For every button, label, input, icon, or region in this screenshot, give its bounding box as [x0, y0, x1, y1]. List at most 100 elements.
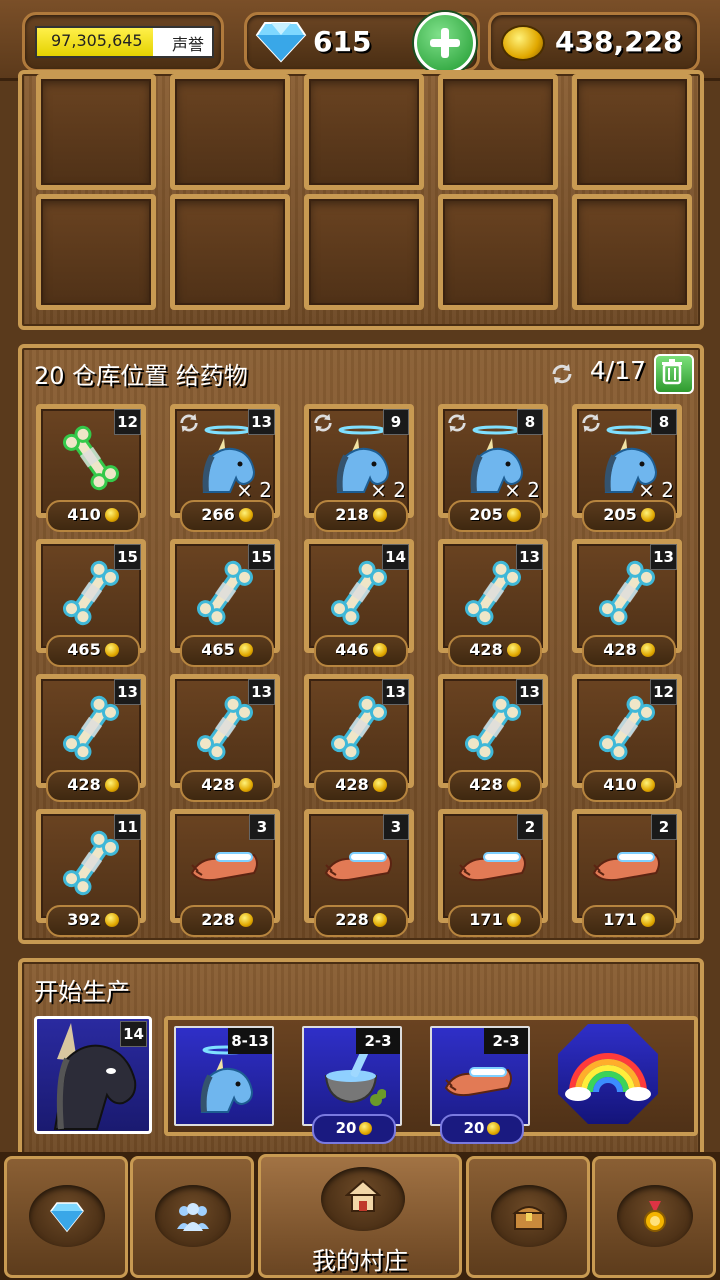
nav-friends-button[interactable] [130, 1156, 254, 1278]
shelf-item-bone[interactable]: 15 465 [170, 539, 280, 667]
shelf-item-unicorn[interactable]: 8 × 2 205 [572, 404, 682, 532]
item-price: 228 [314, 905, 408, 937]
reputation-label: 声誉 [171, 35, 204, 54]
unicorn-level: 14 [120, 1021, 147, 1047]
nav-gems-button[interactable] [4, 1156, 128, 1278]
item-price-value: 410 [603, 775, 637, 794]
shelf-item-unicorn[interactable]: 9 × 2 218 [304, 404, 414, 532]
unicorn-card[interactable]: 14 [34, 1016, 152, 1134]
coin-icon [372, 913, 387, 927]
item-price-value: 228 [201, 910, 235, 929]
coin-display[interactable]: 438,228 [488, 12, 700, 72]
item-price: 428 [448, 635, 542, 667]
empty-slot[interactable] [438, 74, 558, 190]
item-price-value: 171 [603, 910, 637, 929]
recipe-slot-unicorn[interactable]: 8-13 [174, 1026, 274, 1126]
item-price-value: 171 [469, 910, 503, 929]
item-price-value: 205 [603, 505, 637, 524]
recipe-price: 20 [312, 1114, 396, 1144]
shelf-item-bone[interactable]: 11 392 [36, 809, 146, 937]
recipe-price-value: 20 [335, 1119, 357, 1137]
shelf-item-bone[interactable]: 13 428 [438, 539, 548, 667]
item-price-value: 465 [201, 640, 235, 659]
empty-slot[interactable] [36, 74, 156, 190]
reputation-value: 97,305,645 [51, 31, 143, 50]
add-gems-button[interactable] [414, 12, 476, 74]
item-price: 428 [180, 770, 274, 802]
item-level: 11 [114, 814, 141, 840]
shelf-item-bone-green[interactable]: 12 410 [36, 404, 146, 532]
coin-icon [640, 643, 655, 657]
nav-village-button[interactable]: 我的村庄 [258, 1154, 462, 1278]
coin-icon [501, 25, 545, 61]
home-icon [345, 1179, 381, 1212]
empty-slot[interactable] [36, 194, 156, 310]
item-level: 13 [382, 679, 409, 705]
trash-button[interactable] [654, 354, 694, 394]
shelf-item-arm[interactable]: 3 228 [170, 809, 280, 937]
item-level: 15 [114, 544, 141, 570]
recipe-slot-arm[interactable]: 2-3 20 [430, 1026, 530, 1144]
empty-slot[interactable] [170, 74, 290, 190]
item-level: 12 [650, 679, 677, 705]
recipe-range: 2-3 [356, 1028, 400, 1054]
shelf-item-bone[interactable]: 13 428 [304, 674, 414, 802]
item-price-value: 266 [201, 505, 235, 524]
shelf-item-bone[interactable]: 13 428 [170, 674, 280, 802]
coin-icon [372, 508, 387, 522]
shelf-item-arm[interactable]: 2 171 [438, 809, 548, 937]
shelf-item-unicorn[interactable]: 13 × 2 266 [170, 404, 280, 532]
shelf-item-bone[interactable]: 14 446 [304, 539, 414, 667]
shelf-item-bone[interactable]: 13 428 [36, 674, 146, 802]
item-price: 428 [46, 770, 140, 802]
refresh-icon [180, 413, 198, 433]
item-level: 3 [249, 814, 275, 840]
shelf-item-unicorn[interactable]: 8 × 2 205 [438, 404, 548, 532]
shelf-item-bone[interactable]: 13 428 [572, 539, 682, 667]
empty-slot[interactable] [170, 194, 290, 310]
coin-icon [104, 508, 119, 522]
top-bar: 97,305,645 声誉 615 438,228 [0, 0, 720, 81]
empty-slot[interactable] [304, 194, 424, 310]
item-level: 13 [248, 409, 275, 435]
empty-slot[interactable] [572, 194, 692, 310]
coin-count: 438,228 [555, 25, 683, 58]
item-price-value: 446 [335, 640, 369, 659]
item-price-value: 465 [67, 640, 101, 659]
recipe-slot-mortar[interactable]: 2-3 20 [302, 1026, 402, 1144]
item-price: 171 [448, 905, 542, 937]
nav-achievements-button[interactable] [592, 1156, 716, 1278]
item-price: 446 [314, 635, 408, 667]
empty-slot[interactable] [438, 194, 558, 310]
item-level: 2 [517, 814, 543, 840]
recipe-box: 8-13 2-3 20 2-3 20 [164, 1016, 698, 1144]
item-level: 13 [516, 679, 543, 705]
nav-chest-button[interactable] [466, 1156, 590, 1278]
shelf-item-arm[interactable]: 2 171 [572, 809, 682, 937]
empty-slot[interactable] [304, 74, 424, 190]
recipe-price: 20 [440, 1114, 524, 1144]
item-price: 410 [46, 500, 140, 532]
coin-icon [359, 1122, 373, 1135]
item-price-value: 410 [67, 505, 101, 524]
empty-slot[interactable] [572, 74, 692, 190]
item-level: 13 [516, 544, 543, 570]
coin-icon [506, 643, 521, 657]
shelf-item-bone[interactable]: 12 410 [572, 674, 682, 802]
shelf-item-bone[interactable]: 13 428 [438, 674, 548, 802]
item-price: 228 [180, 905, 274, 937]
diamond-icon [255, 22, 307, 63]
trash-icon [662, 359, 682, 385]
reputation-display[interactable]: 97,305,645 声誉 [22, 12, 224, 72]
item-level: 8 [651, 409, 677, 435]
refresh-icon [314, 413, 332, 433]
item-level: 12 [114, 409, 141, 435]
coin-icon [372, 778, 387, 792]
item-level: 15 [248, 544, 275, 570]
recipe-price-value: 20 [463, 1119, 485, 1137]
rainbow-output[interactable] [558, 1024, 658, 1124]
shelf-item-bone[interactable]: 15 465 [36, 539, 146, 667]
refresh-icon[interactable] [550, 362, 574, 386]
shelf-item-arm[interactable]: 3 228 [304, 809, 414, 937]
people-icon [177, 1203, 209, 1231]
